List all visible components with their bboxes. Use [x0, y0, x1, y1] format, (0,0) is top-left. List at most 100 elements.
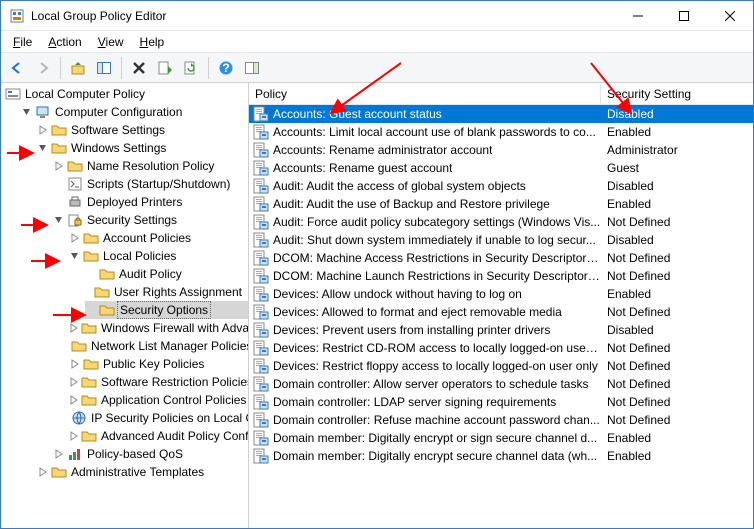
tree-network-list-manager[interactable]: Network List Manager Policies [69, 337, 248, 355]
policy-row[interactable]: Domain member: Digitally encrypt or sign… [249, 429, 753, 447]
expand-icon[interactable] [53, 448, 65, 460]
tree-local-computer-policy[interactable]: Local Computer Policy [5, 85, 248, 103]
tree-user-rights-assignment[interactable]: User Rights Assignment [85, 283, 248, 301]
folder-icon [83, 356, 99, 372]
tree-public-key-policies[interactable]: Public Key Policies [69, 355, 248, 373]
minimize-button[interactable] [615, 1, 661, 31]
tree-windows-settings[interactable]: Windows Settings [37, 139, 248, 157]
collapse-icon[interactable] [37, 142, 49, 154]
collapse-icon[interactable] [69, 250, 81, 262]
policy-row[interactable]: Devices: Prevent users from installing p… [249, 321, 753, 339]
policy-name: Domain controller: LDAP server signing r… [273, 395, 556, 409]
policy-row[interactable]: Accounts: Limit local account use of bla… [249, 123, 753, 141]
tree-policy-based-qos[interactable]: Policy-based QoS [53, 445, 248, 463]
expand-icon[interactable] [69, 232, 81, 244]
export-list-button[interactable] [153, 56, 177, 80]
policy-setting: Administrator [601, 143, 678, 157]
menu-action[interactable]: Action [40, 33, 89, 51]
policy-row[interactable]: Domain controller: Allow server operator… [249, 375, 753, 393]
tree-security-options[interactable]: Security Options [85, 301, 248, 319]
column-header-policy[interactable]: Policy [249, 84, 601, 104]
tree-software-restriction-policies[interactable]: Software Restriction Policies [69, 373, 248, 391]
tree-security-settings[interactable]: Security Settings [53, 211, 248, 229]
refresh-button[interactable] [179, 56, 203, 80]
tree-ip-security-policies[interactable]: IP Security Policies on Local Computer [69, 409, 248, 427]
policy-row[interactable]: Devices: Restrict CD-ROM access to local… [249, 339, 753, 357]
expand-icon[interactable] [37, 466, 49, 478]
expand-icon[interactable] [69, 358, 81, 370]
computer-icon [35, 104, 51, 120]
folder-icon [81, 320, 97, 336]
expand-icon[interactable] [53, 160, 65, 172]
policy-row[interactable]: Domain controller: Refuse machine accoun… [249, 411, 753, 429]
expand-icon[interactable] [69, 322, 79, 334]
policy-item-icon [253, 412, 269, 428]
close-button[interactable] [707, 1, 753, 31]
policy-item-icon [253, 286, 269, 302]
policy-setting: Not Defined [601, 413, 670, 427]
expand-icon[interactable] [69, 394, 79, 406]
tree-deployed-printers[interactable]: Deployed Printers [53, 193, 248, 211]
maximize-button[interactable] [661, 1, 707, 31]
policy-row[interactable]: Devices: Allow undock without having to … [249, 285, 753, 303]
tree-advanced-audit-policy[interactable]: Advanced Audit Policy Configuration [69, 427, 248, 445]
back-button[interactable] [5, 56, 29, 80]
policy-row[interactable]: Devices: Allowed to format and eject rem… [249, 303, 753, 321]
forward-button[interactable] [31, 56, 55, 80]
delete-button[interactable] [127, 56, 151, 80]
toolbar: ? [1, 53, 753, 83]
policy-row[interactable]: Audit: Audit the use of Backup and Resto… [249, 195, 753, 213]
menu-file[interactable]: File [5, 33, 40, 51]
policy-row[interactable]: Accounts: Rename guest accountGuest [249, 159, 753, 177]
tree-local-policies[interactable]: Local Policies [69, 247, 248, 265]
policy-name: Domain member: Digitally encrypt secure … [273, 449, 597, 463]
policy-name: DCOM: Machine Launch Restrictions in Sec… [273, 269, 601, 283]
column-header-security-setting[interactable]: Security Setting [601, 84, 697, 104]
policy-item-icon [253, 196, 269, 212]
policy-row[interactable]: DCOM: Machine Access Restrictions in Sec… [249, 249, 753, 267]
policy-row[interactable]: Audit: Shut down system immediately if u… [249, 231, 753, 249]
tree-account-policies[interactable]: Account Policies [69, 229, 248, 247]
policy-item-icon [253, 124, 269, 140]
policy-name: Domain member: Digitally encrypt or sign… [273, 431, 597, 445]
expand-icon[interactable] [69, 430, 79, 442]
policy-item-icon [253, 106, 269, 122]
policy-root-icon [5, 86, 21, 102]
policy-row[interactable]: Audit: Force audit policy subcategory se… [249, 213, 753, 231]
tree-software-settings[interactable]: Software Settings [37, 121, 248, 139]
collapse-icon[interactable] [21, 106, 33, 118]
collapse-icon[interactable] [53, 214, 65, 226]
tree-application-control-policies[interactable]: Application Control Policies [69, 391, 248, 409]
menu-view[interactable]: View [90, 33, 132, 51]
menu-help[interactable]: Help [132, 33, 173, 51]
client-area: Local Computer Policy Computer Configura… [1, 83, 753, 528]
policy-row[interactable]: DCOM: Machine Launch Restrictions in Sec… [249, 267, 753, 285]
policy-row[interactable]: Domain controller: LDAP server signing r… [249, 393, 753, 411]
policy-name: Accounts: Limit local account use of bla… [273, 125, 596, 139]
tree-administrative-templates[interactable]: Administrative Templates [37, 463, 248, 481]
security-settings-icon [67, 212, 83, 228]
policy-list[interactable]: Accounts: Guest account statusDisabled Ac… [249, 105, 753, 528]
tree-computer-configuration[interactable]: Computer Configuration [21, 103, 248, 121]
up-one-level-button[interactable] [66, 56, 90, 80]
policy-row[interactable]: Domain member: Digitally encrypt secure … [249, 447, 753, 465]
policy-row[interactable]: Accounts: Rename administrator accountAd… [249, 141, 753, 159]
show-hide-console-tree-button[interactable] [92, 56, 116, 80]
folder-icon [83, 230, 99, 246]
policy-row[interactable]: Audit: Audit the access of global system… [249, 177, 753, 195]
expand-icon[interactable] [69, 376, 79, 388]
expand-icon[interactable] [37, 124, 49, 136]
tree-name-resolution-policy[interactable]: Name Resolution Policy [53, 157, 248, 175]
folder-icon [81, 428, 97, 444]
policy-row[interactable]: Devices: Restrict floppy access to local… [249, 357, 753, 375]
tree-scripts[interactable]: Scripts (Startup/Shutdown) [53, 175, 248, 193]
help-button[interactable]: ? [214, 56, 238, 80]
policy-name: Domain controller: Allow server operator… [273, 377, 588, 391]
column-headers: Policy Security Setting [249, 83, 753, 105]
menubar: File Action View Help [1, 31, 753, 53]
policy-row[interactable]: Accounts: Guest account statusDisabled [249, 105, 753, 123]
tree-audit-policy[interactable]: Audit Policy [85, 265, 248, 283]
console-tree[interactable]: Local Computer Policy Computer Configura… [1, 83, 249, 528]
show-hide-action-pane-button[interactable] [240, 56, 264, 80]
tree-windows-firewall[interactable]: Windows Firewall with Advanced Security [69, 319, 248, 337]
